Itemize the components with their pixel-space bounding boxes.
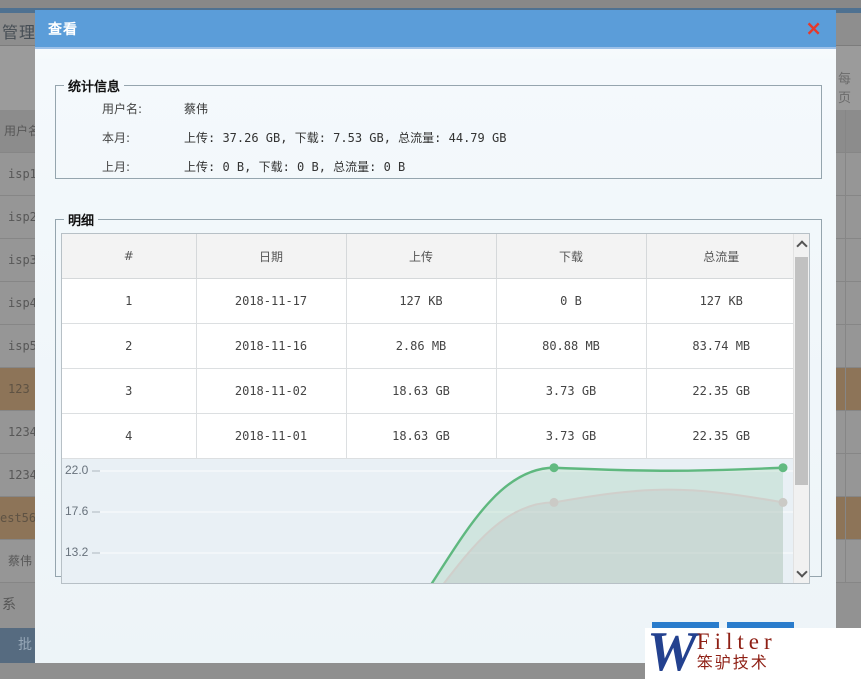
- stat-row-this-month: 本月:上传: 37.26 GB, 下载: 7.53 GB, 总流量: 44.79…: [56, 124, 821, 153]
- close-icon[interactable]: ×: [805, 16, 822, 40]
- table-row: 2 2018-11-16 2.86 MB 80.88 MB 83.74 MB: [62, 324, 796, 369]
- stats-fieldset: 统计信息 用户名:蔡伟 本月:上传: 37.26 GB, 下载: 7.53 GB…: [55, 76, 822, 179]
- stat-row-username: 用户名:蔡伟: [56, 95, 821, 124]
- stat-label: 用户名:: [102, 95, 184, 124]
- tab-management: 管理: [2, 19, 36, 43]
- chart-canvas: [62, 459, 796, 584]
- stats-legend: 统计信息: [64, 76, 124, 95]
- per-page-label: 每页: [838, 68, 861, 106]
- logo-name: Filter: [697, 630, 777, 654]
- background-text-fragment: 系: [2, 594, 16, 614]
- stat-label: 本月:: [102, 124, 184, 153]
- bg-table-row: isp1: [0, 153, 35, 196]
- background-top-strip: [0, 0, 861, 8]
- detail-scroll-area: # 日期 上传 下载 总流量 1 2018-11-17 127 KB 0 B 1…: [61, 233, 810, 584]
- view-dialog: 查看 × 统计信息 用户名:蔡伟 本月:上传: 37.26 GB, 下载: 7.…: [35, 10, 836, 663]
- bg-table-row: isp2: [0, 196, 35, 239]
- table-row: 3 2018-11-02 18.63 GB 3.73 GB 22.35 GB: [62, 369, 796, 414]
- col-header-index: #: [62, 234, 196, 279]
- table-row: 1 2018-11-17 127 KB 0 B 127 KB: [62, 279, 796, 324]
- bg-table-row: 1234: [0, 411, 35, 454]
- stat-label: 上月:: [102, 153, 184, 182]
- stat-value: 上传: 0 B, 下载: 0 B, 总流量: 0 B: [184, 160, 405, 174]
- bg-table-row: 12345: [0, 454, 35, 497]
- table-header-row: # 日期 上传 下载 总流量: [62, 234, 796, 279]
- traffic-chart: 22.0 17.6 13.2 8.8: [62, 459, 796, 584]
- table-row: 4 2018-11-01 18.63 GB 3.73 GB 22.35 GB: [62, 414, 796, 459]
- batch-button[interactable]: 批: [0, 628, 35, 663]
- bg-table-row-selected: est56: [0, 497, 35, 540]
- detail-table: # 日期 上传 下载 总流量 1 2018-11-17 127 KB 0 B 1…: [62, 234, 796, 459]
- bg-table-row: isp5: [0, 325, 35, 368]
- wfilter-logo: W Filter 笨驴技术: [645, 628, 861, 679]
- bg-column-header: 用户名: [0, 110, 35, 153]
- col-header-total: 总流量: [646, 234, 796, 279]
- dialog-body: 统计信息 用户名:蔡伟 本月:上传: 37.26 GB, 下载: 7.53 GB…: [35, 76, 836, 577]
- stat-row-last-month: 上月:上传: 0 B, 下载: 0 B, 总流量: 0 B: [56, 153, 821, 182]
- logo-subtitle: 笨驴技术: [697, 654, 777, 674]
- scrollbar-thumb[interactable]: [795, 257, 808, 485]
- stat-value: 蔡伟: [184, 102, 208, 116]
- bg-grid-line: [845, 110, 846, 583]
- col-header-upload: 上传: [346, 234, 496, 279]
- detail-fieldset: 明细 # 日期 上传 下载 总流量 1 2018-11-17: [55, 210, 822, 577]
- bg-table-row: isp3: [0, 239, 35, 282]
- background-table-right-edge: [836, 110, 861, 583]
- logo-w-glyph: W: [647, 628, 693, 676]
- scroll-up-icon[interactable]: [794, 236, 809, 252]
- dialog-title: 查看: [48, 19, 78, 39]
- detail-legend: 明细: [64, 210, 98, 229]
- stat-value: 上传: 37.26 GB, 下载: 7.53 GB, 总流量: 44.79 GB: [184, 131, 506, 145]
- page-background: 管理 每页 用户名 isp1 isp2 isp3 isp4 isp5 123 1…: [0, 0, 861, 679]
- background-table-left-edge: 用户名 isp1 isp2 isp3 isp4 isp5 123 1234 12…: [0, 110, 35, 583]
- vertical-scrollbar[interactable]: [793, 234, 809, 583]
- bg-table-row-selected: 123: [0, 368, 35, 411]
- bg-table-row: isp4: [0, 282, 35, 325]
- col-header-download: 下载: [496, 234, 646, 279]
- bg-table-row: 蔡伟: [0, 540, 35, 583]
- scroll-down-icon[interactable]: [794, 565, 809, 581]
- col-header-date: 日期: [196, 234, 346, 279]
- dialog-titlebar[interactable]: 查看 ×: [35, 10, 836, 49]
